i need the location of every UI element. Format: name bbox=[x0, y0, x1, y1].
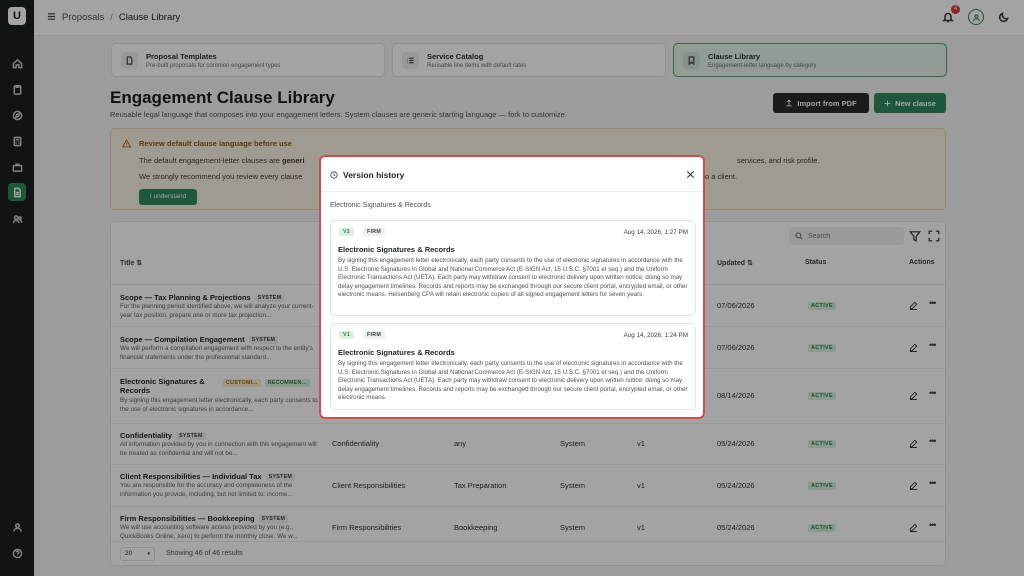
dialog-header: Version history bbox=[321, 157, 703, 192]
clock-icon bbox=[330, 171, 338, 179]
version-title: Electronic Signatures & Records bbox=[338, 348, 455, 357]
version-badge: V2 bbox=[339, 228, 355, 236]
version-title: Electronic Signatures & Records bbox=[338, 245, 455, 254]
version-badge: V1 bbox=[339, 331, 355, 339]
version-history-dialog: Version history Electronic Signatures & … bbox=[319, 155, 705, 419]
scope-badge: FIRM bbox=[363, 228, 386, 236]
close-icon[interactable] bbox=[686, 170, 695, 179]
scope-badge: FIRM bbox=[363, 331, 386, 339]
version-body: By signing this engagement letter electr… bbox=[338, 360, 688, 401]
version-card: V1 FIRM Aug 14, 2026, 1:24 PM Electronic… bbox=[330, 323, 696, 410]
dialog-subtitle: Electronic Signatures & Records bbox=[330, 202, 431, 209]
version-body: By signing this engagement letter electr… bbox=[338, 257, 688, 298]
version-date: Aug 14, 2026, 1:27 PM bbox=[623, 229, 688, 236]
dialog-title: Version history bbox=[343, 170, 405, 180]
version-date: Aug 14, 2026, 1:24 PM bbox=[623, 332, 688, 339]
version-card: V2 FIRM Aug 14, 2026, 1:27 PM Electronic… bbox=[330, 220, 696, 316]
